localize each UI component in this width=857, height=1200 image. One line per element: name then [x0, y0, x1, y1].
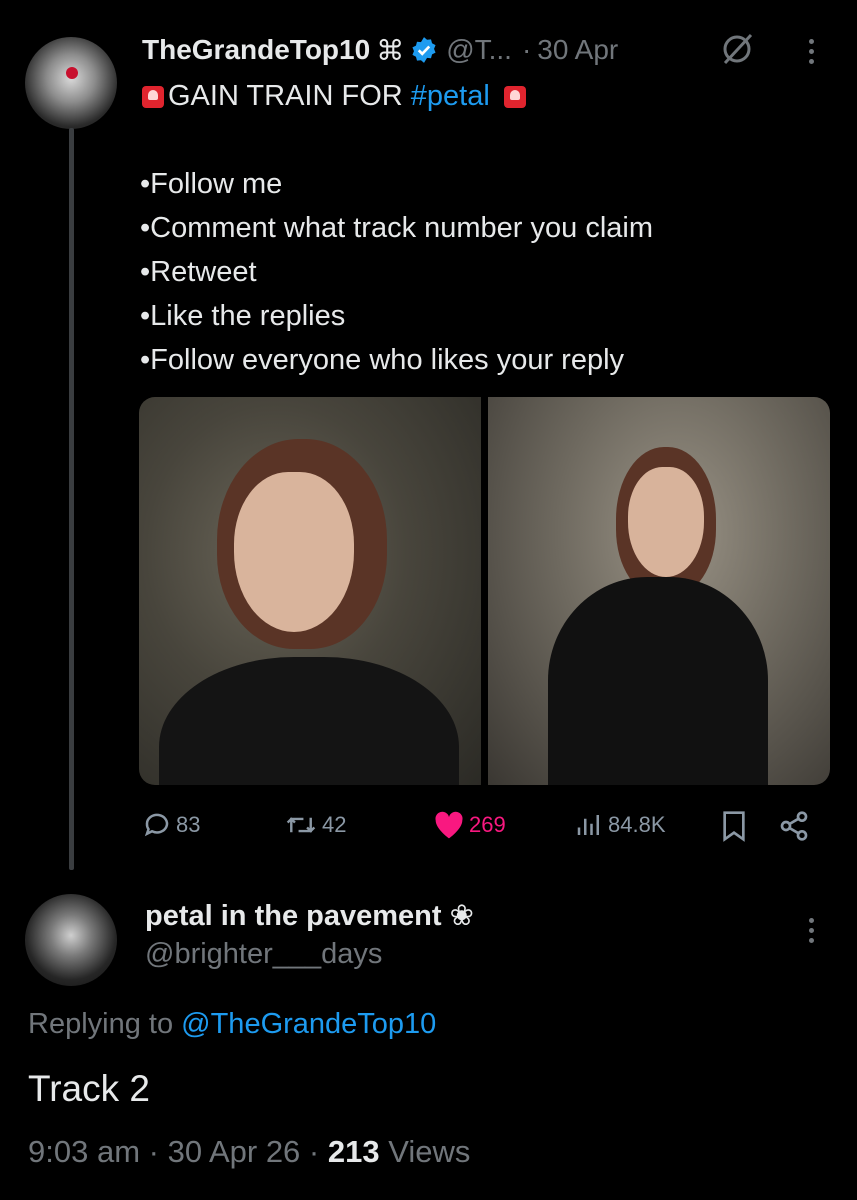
bullet-item: •Like the replies: [140, 300, 346, 332]
tweet-header: TheGrandeTop10 ⌘ @T... · 30 Apr: [142, 30, 618, 70]
meta-separator: ·: [140, 1134, 168, 1169]
replying-to: Replying to @TheGrandeTop10: [28, 1008, 436, 1041]
reply-views-label: Views: [379, 1134, 471, 1169]
author-handle[interactable]: @T...: [446, 34, 512, 66]
reply-handle[interactable]: @brighter___days: [145, 938, 382, 971]
bullet-item: •Follow everyone who likes your reply: [140, 344, 625, 376]
reply-time[interactable]: 9:03 am: [28, 1134, 140, 1169]
verified-badge-icon: [410, 36, 438, 64]
like-button[interactable]: 269: [433, 810, 506, 840]
bullet-item: •Comment what track number you claim: [140, 212, 653, 244]
tweet-body: •Follow me •Comment what track number yo…: [140, 162, 653, 382]
tweet-avatar[interactable]: [25, 37, 117, 129]
replying-label: Replying to: [28, 1008, 182, 1040]
replying-handle-link[interactable]: @TheGrandeTop10: [181, 1008, 436, 1040]
reply-count: 83: [176, 812, 201, 837]
thread-line: [69, 128, 74, 870]
bookmark-icon[interactable]: [720, 810, 748, 847]
bullet-item: •Follow me: [140, 168, 283, 200]
separator: ·: [521, 34, 532, 65]
tweet-photo-2[interactable]: [488, 397, 830, 785]
reply-text: Track 2: [28, 1068, 150, 1109]
views-button[interactable]: 84.8K: [574, 810, 666, 840]
tweet-headline: GAIN TRAIN FOR #petal: [142, 76, 530, 116]
headline-text: GAIN TRAIN FOR: [168, 80, 411, 112]
author-symbol: ⌘: [376, 34, 405, 66]
reply-avatar[interactable]: [25, 894, 117, 986]
like-count: 269: [469, 812, 506, 837]
reply-header: petal in the pavement ❀: [145, 898, 474, 933]
tweet-photo-1[interactable]: [139, 397, 481, 785]
reply-author-name[interactable]: petal in the pavement: [145, 900, 442, 932]
retweet-count: 42: [322, 812, 347, 837]
reply-more-icon[interactable]: [809, 918, 815, 943]
siren-icon: [142, 86, 164, 108]
retweet-button[interactable]: 42: [284, 810, 346, 840]
reply-views-count: 213: [327, 1134, 380, 1169]
share-icon[interactable]: [777, 810, 811, 847]
views-icon: [577, 815, 599, 835]
views-count: 84.8K: [608, 812, 666, 837]
reply-author-symbol: ❀: [449, 900, 474, 932]
siren-icon: [503, 86, 526, 108]
reply-button[interactable]: 83: [142, 810, 200, 840]
mute-icon[interactable]: [719, 31, 755, 72]
heart-icon: [435, 811, 463, 839]
reply-icon: [144, 813, 169, 837]
reply-date[interactable]: 30 Apr 26: [168, 1134, 301, 1169]
meta-separator: ·: [300, 1134, 328, 1169]
retweet-icon: [286, 817, 316, 833]
bullet-item: •Retweet: [140, 256, 257, 288]
more-icon[interactable]: [809, 39, 815, 64]
tweet-date[interactable]: 30 Apr: [537, 34, 618, 66]
reply-meta: 9:03 am · 30 Apr 26 · 213 Views: [28, 1134, 470, 1170]
hashtag-link[interactable]: #petal: [411, 80, 490, 112]
author-name[interactable]: TheGrandeTop10: [142, 34, 370, 66]
